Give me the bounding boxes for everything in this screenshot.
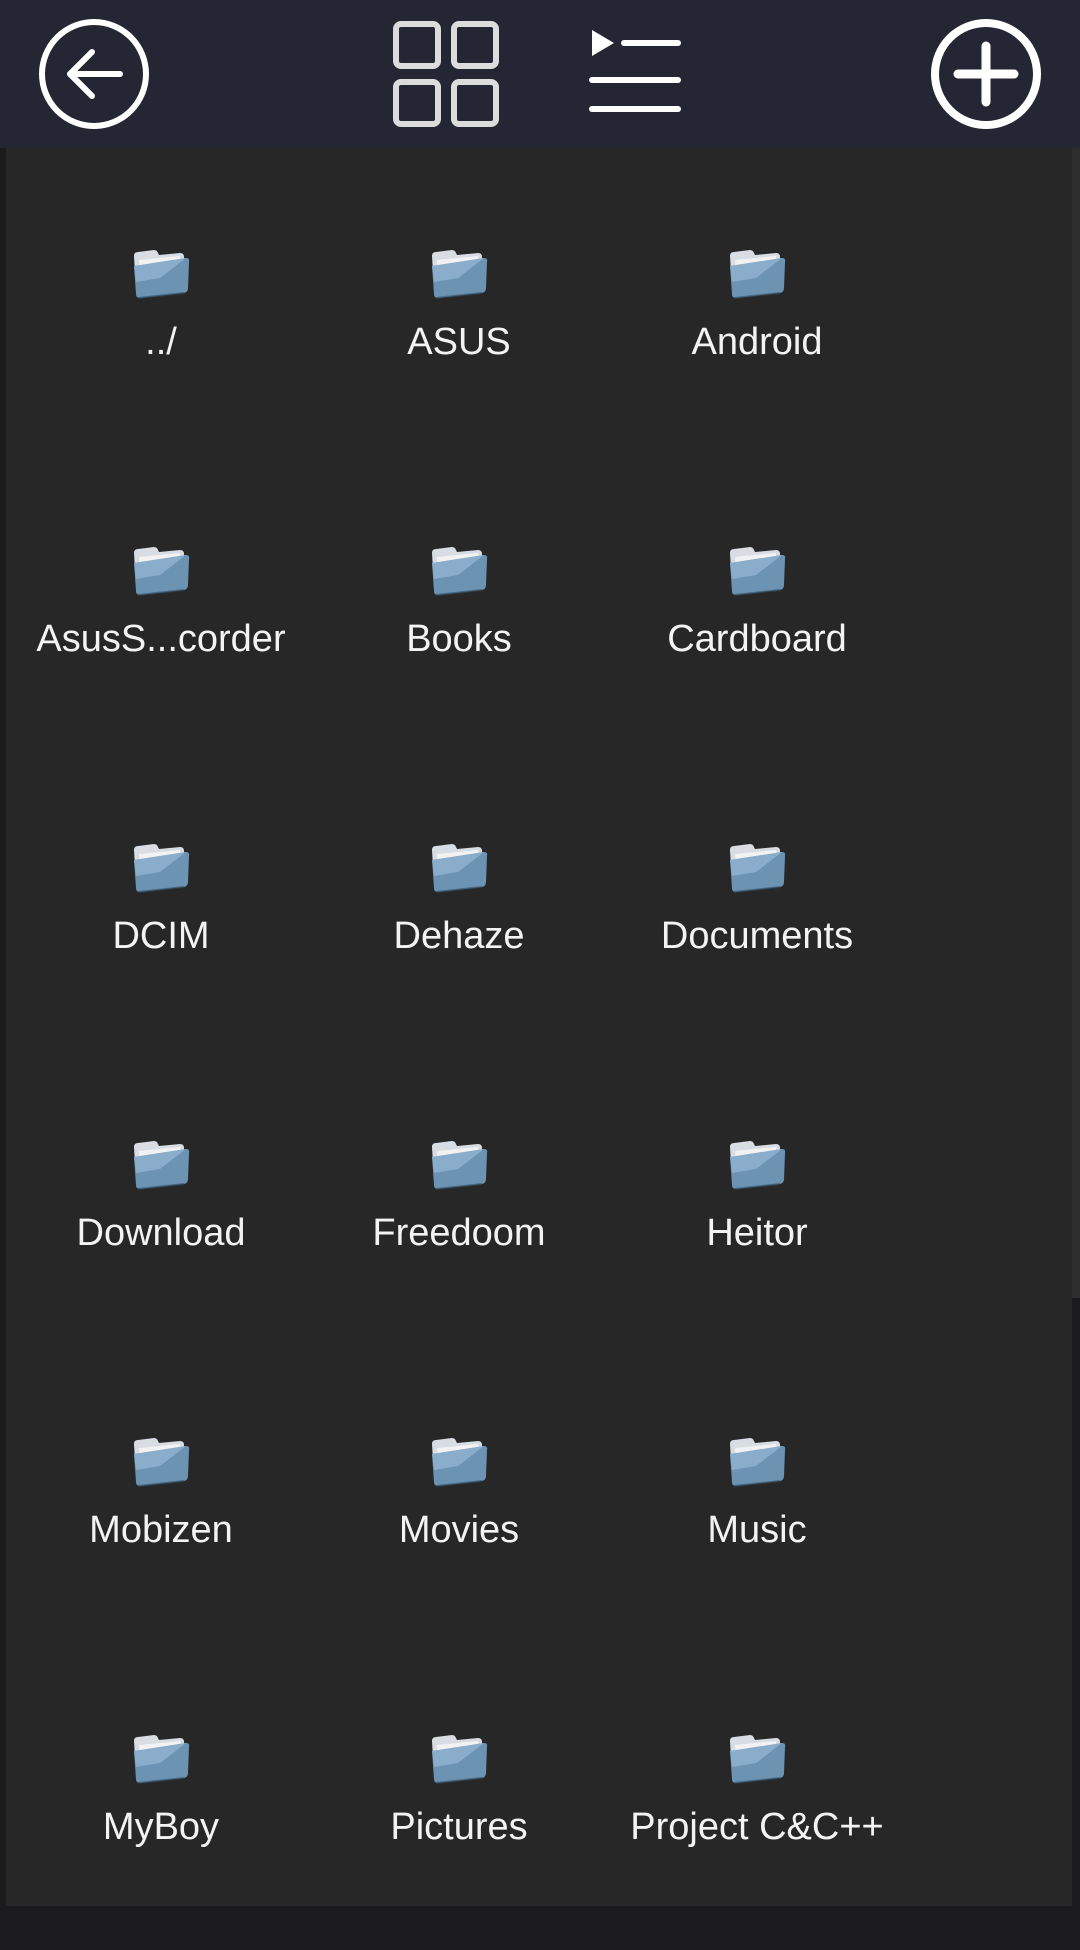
folder-label: Project C&C++ xyxy=(630,1806,884,1848)
folder-icon xyxy=(432,1735,488,1784)
folder-icon xyxy=(432,250,488,299)
add-circle-icon xyxy=(931,19,1041,129)
folder-label: Download xyxy=(76,1212,246,1254)
folder-label: Heitor xyxy=(706,1212,808,1254)
folder-item[interactable]: Download xyxy=(12,1059,310,1356)
folder-item[interactable]: Books xyxy=(310,465,608,762)
folder-icon xyxy=(730,250,786,299)
list-view-button[interactable] xyxy=(578,16,694,132)
folder-item[interactable]: Cardboard xyxy=(608,465,906,762)
folder-icon xyxy=(730,1438,786,1487)
scrollbar[interactable] xyxy=(1072,148,1080,1298)
folder-icon xyxy=(730,547,786,596)
folder-grid: ../ ASUS Android AsusS...corder Books Ca… xyxy=(12,168,912,1950)
folder-item[interactable]: ASUS xyxy=(310,168,608,465)
folder-label: Freedoom xyxy=(372,1212,546,1254)
folder-label: ../ xyxy=(145,321,177,363)
back-arrow-circle-icon xyxy=(39,19,149,129)
folder-item[interactable]: Dehaze xyxy=(310,762,608,1059)
folder-label: Pictures xyxy=(390,1806,528,1848)
folder-icon xyxy=(730,1141,786,1190)
add-button[interactable] xyxy=(928,16,1044,132)
folder-label: AsusS...corder xyxy=(36,618,286,660)
folder-item[interactable]: AsusS...corder xyxy=(12,465,310,762)
folder-icon xyxy=(432,1141,488,1190)
folder-item[interactable]: Freedoom xyxy=(310,1059,608,1356)
list-view-icon xyxy=(589,30,681,112)
folder-icon xyxy=(134,844,190,893)
folder-label: Mobizen xyxy=(89,1509,233,1551)
folder-label: Android xyxy=(691,321,823,363)
folder-label: Documents xyxy=(660,915,854,957)
folder-item[interactable]: Project C&C++ xyxy=(608,1653,906,1950)
folder-label: Movies xyxy=(398,1509,520,1551)
folder-item[interactable]: Documents xyxy=(608,762,906,1059)
folder-item[interactable]: Movies xyxy=(310,1356,608,1653)
folder-icon xyxy=(134,250,190,299)
folder-icon xyxy=(134,547,190,596)
folder-icon xyxy=(730,1735,786,1784)
folder-item[interactable]: ../ xyxy=(12,168,310,465)
folder-icon xyxy=(134,1141,190,1190)
folder-item[interactable]: Android xyxy=(608,168,906,465)
folder-item[interactable]: Mobizen xyxy=(12,1356,310,1653)
folder-label: Music xyxy=(707,1509,807,1551)
folder-item[interactable]: DCIM xyxy=(12,762,310,1059)
folder-icon xyxy=(134,1735,190,1784)
folder-item[interactable]: MyBoy xyxy=(12,1653,310,1950)
folder-label: ASUS xyxy=(407,321,511,363)
folder-label: DCIM xyxy=(112,915,210,957)
folder-label: Cardboard xyxy=(667,618,847,660)
folder-label: Books xyxy=(406,618,512,660)
folder-icon xyxy=(432,1438,488,1487)
grid-view-icon xyxy=(393,21,499,127)
grid-view-button[interactable] xyxy=(388,16,504,132)
folder-label: MyBoy xyxy=(102,1806,220,1848)
folder-item[interactable]: Music xyxy=(608,1356,906,1653)
folder-item[interactable]: Heitor xyxy=(608,1059,906,1356)
folder-icon xyxy=(432,844,488,893)
back-button[interactable] xyxy=(36,16,152,132)
folder-icon xyxy=(134,1438,190,1487)
folder-icon xyxy=(730,844,786,893)
folder-icon xyxy=(432,547,488,596)
folder-label: Dehaze xyxy=(393,915,525,957)
top-toolbar xyxy=(0,0,1080,148)
folder-item[interactable]: Pictures xyxy=(310,1653,608,1950)
